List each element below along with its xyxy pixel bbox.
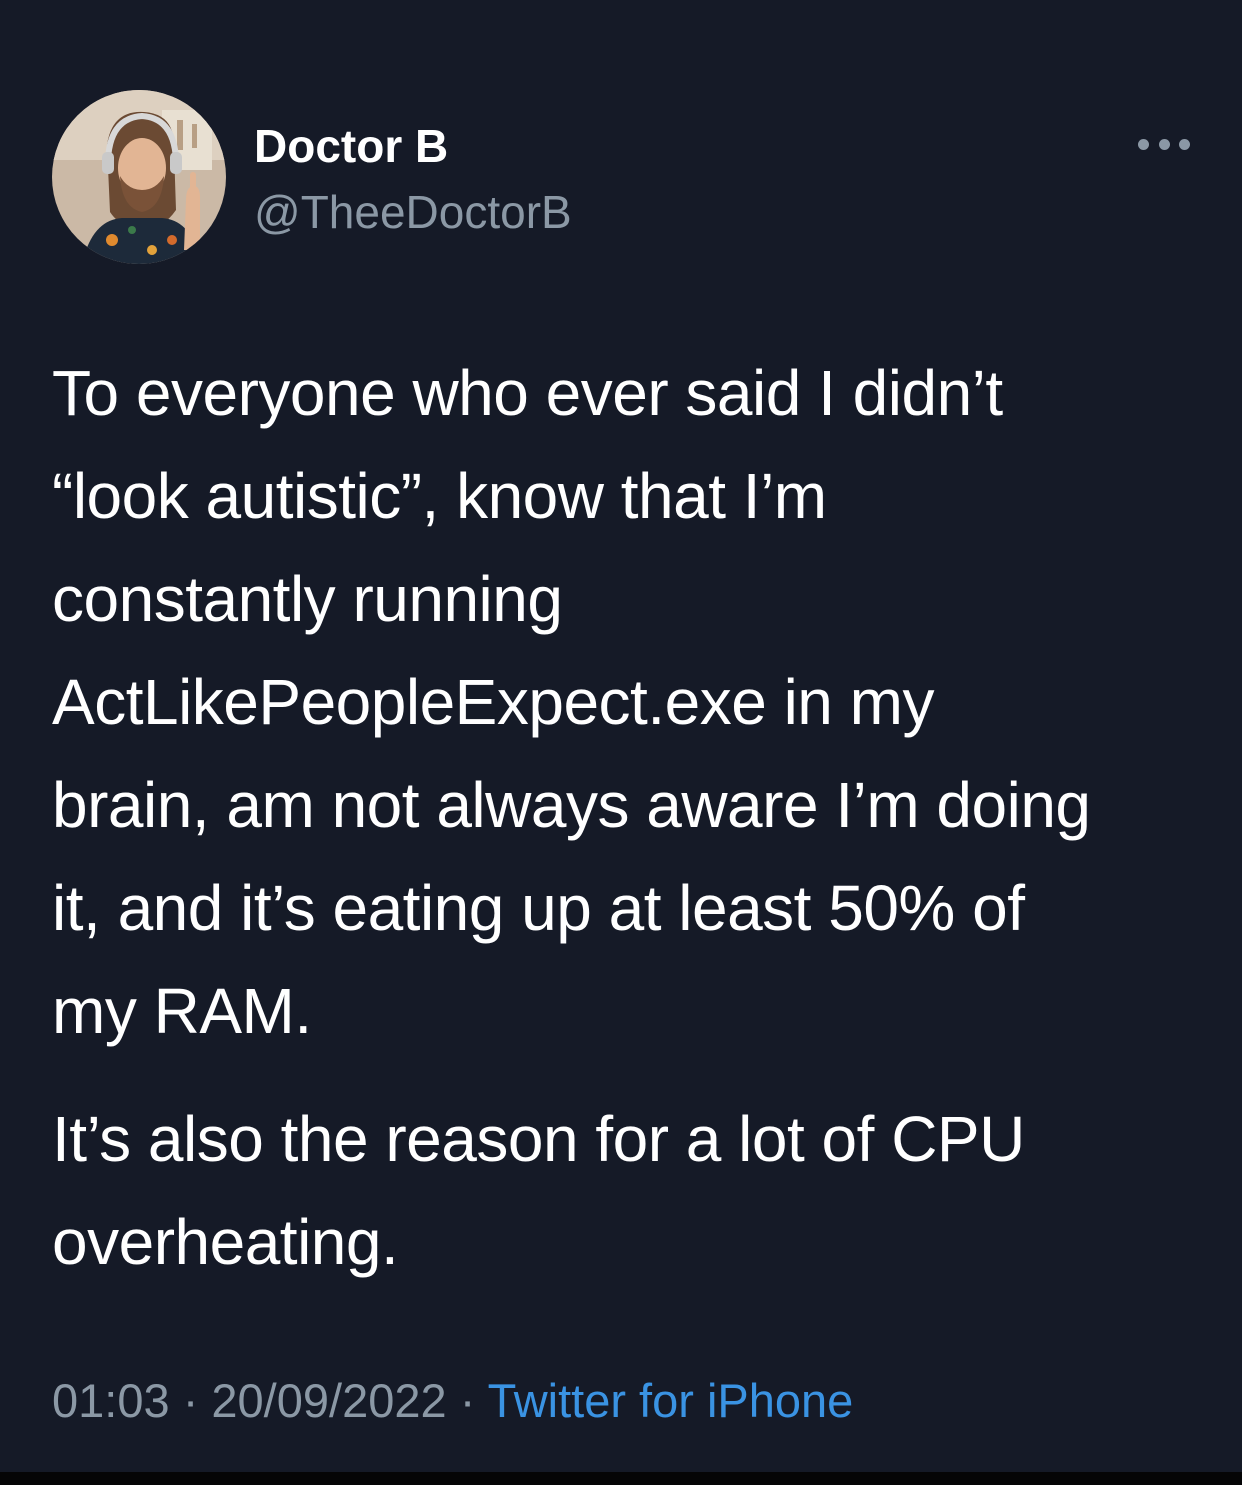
tweet-line: it, and it’s eating up at least 50% of	[52, 872, 1025, 944]
tweet-line: brain, am not always aware I’m doing	[52, 769, 1091, 841]
tweet-paragraph: It’s also the reason for a lot of CPU ov…	[52, 1088, 1212, 1294]
tweet-line: my RAM.	[52, 975, 312, 1047]
tweet-paragraph: To everyone who ever said I didn’t “look…	[52, 342, 1212, 1063]
tweet-line: It’s also the reason for a lot of CPU	[52, 1103, 1025, 1175]
tweet-line: constantly running	[52, 563, 563, 635]
tweet-time[interactable]: 01:03	[52, 1374, 170, 1427]
tweet-meta: 01:03 · 20/09/2022 · Twitter for iPhone	[52, 1372, 853, 1430]
meta-separator: ·	[182, 1374, 199, 1427]
tweet-card: Doctor B @TheeDoctorB To everyone who ev…	[0, 0, 1242, 1472]
more-horizontal-icon-dot	[1138, 138, 1149, 150]
bottom-edge	[0, 1472, 1242, 1485]
author-handle[interactable]: @TheeDoctorB	[254, 184, 572, 240]
tweet-source-link[interactable]: Twitter for iPhone	[488, 1374, 854, 1427]
tweet-text: To everyone who ever said I didn’t “look…	[52, 342, 1212, 1294]
author-name[interactable]: Doctor B	[254, 118, 448, 174]
more-horizontal-icon-dot	[1179, 138, 1190, 150]
tweet-line: To everyone who ever said I didn’t	[52, 357, 1003, 429]
avatar-image	[52, 90, 226, 264]
tweet-date[interactable]: 20/09/2022	[211, 1374, 446, 1427]
tweet-line: “look autistic”, know that I’m	[52, 460, 827, 532]
more-horizontal-icon-dot	[1158, 138, 1170, 150]
tweet-line: overheating.	[52, 1206, 399, 1278]
avatar[interactable]	[52, 90, 226, 264]
meta-separator: ·	[459, 1374, 476, 1427]
more-options-button[interactable]	[1132, 126, 1196, 162]
tweet-line: ActLikePeopleExpect.exe in my	[52, 666, 934, 738]
